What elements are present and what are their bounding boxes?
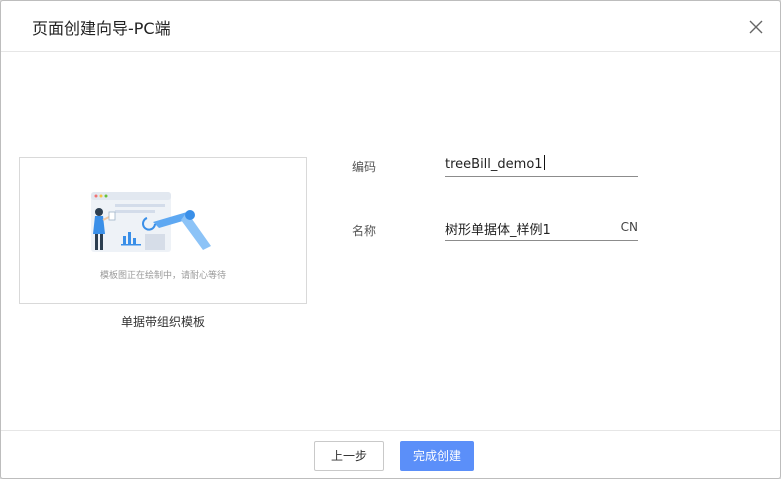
template-placeholder-illustration [91,192,211,252]
code-input[interactable]: treeBill_demo1 [445,152,638,177]
template-preview[interactable]: 模板图正在绘制中，请耐心等待 [19,157,307,304]
code-label: 编码 [352,160,377,174]
name-value: 树形单据体_样例1 [445,223,551,238]
name-input[interactable]: 树形单据体_样例1 CN [445,216,638,241]
code-value: treeBill_demo1 [445,155,545,172]
dialog-header: 页面创建向导-PC端 [1,1,780,52]
page-creation-wizard-dialog: 页面创建向导-PC端 模板图正在绘制中，请耐心等待 单据带组织模板 编码 tre… [0,0,781,479]
name-label: 名称 [352,224,377,238]
dialog-footer: 上一步 完成创建 [1,430,780,478]
finish-create-button[interactable]: 完成创建 [400,441,474,471]
text-caret [543,155,545,170]
close-icon[interactable] [746,17,766,37]
language-switch[interactable]: CN [621,220,638,234]
preview-placeholder-caption: 模板图正在绘制中，请耐心等待 [99,271,226,281]
template-name-label: 单据带组织模板 [120,315,205,329]
dialog-title: 页面创建向导-PC端 [32,19,171,38]
previous-step-button[interactable]: 上一步 [314,441,384,471]
